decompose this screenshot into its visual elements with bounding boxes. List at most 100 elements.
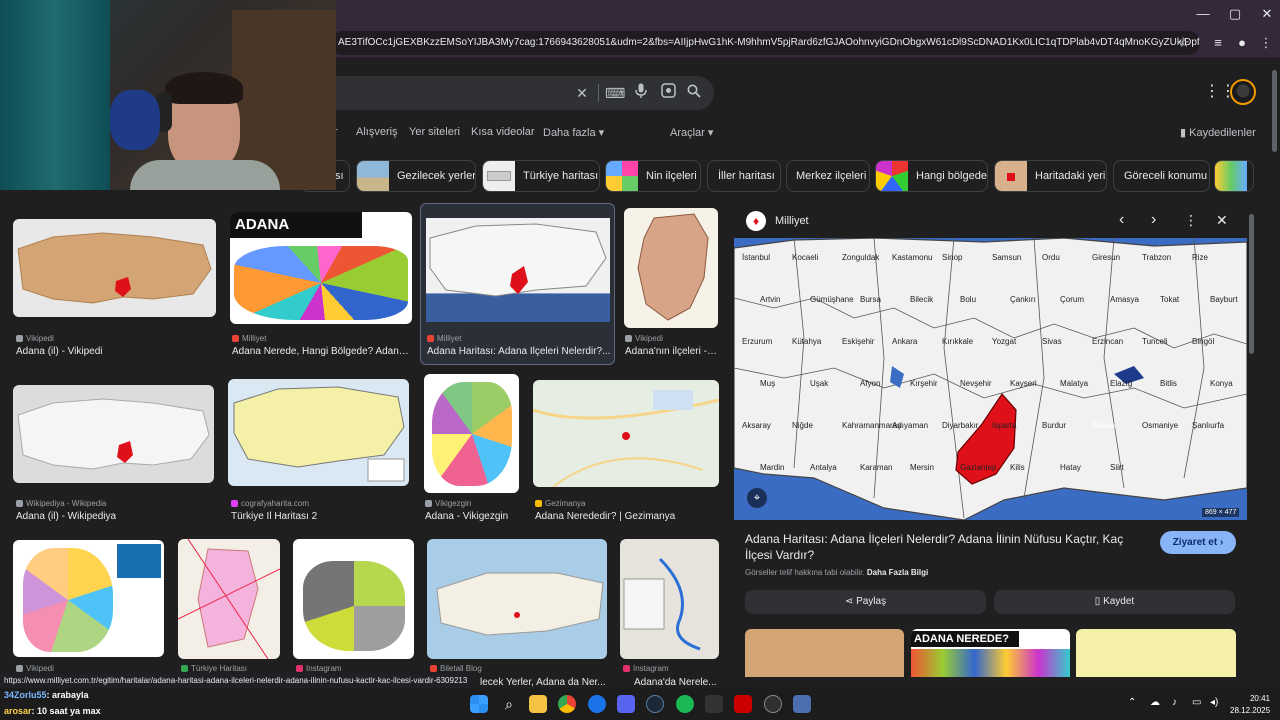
chip-haritadaki-yeri[interactable]: Haritadaki yeri <box>994 160 1107 192</box>
map-city-label: Bolu <box>960 295 976 304</box>
more-info-link[interactable]: Daha Fazla Bilgi <box>867 568 928 577</box>
search-taskbar-icon[interactable]: ⌕ <box>500 695 518 713</box>
chip-label: Göreceli konumu <box>1124 170 1208 182</box>
tray-mic-icon[interactable]: ♪ <box>1172 697 1177 708</box>
panel-scrollbar[interactable] <box>1249 214 1254 354</box>
result-image-adana-ilceleri[interactable] <box>624 208 718 328</box>
chip-partial-end[interactable] <box>1214 160 1254 192</box>
keyboard-icon[interactable]: ⌨ <box>605 83 625 103</box>
chip-goreceli-konumu[interactable]: Göreceli konumu <box>1113 160 1210 192</box>
start-icon[interactable] <box>470 695 488 713</box>
voice-search-icon[interactable] <box>631 83 651 103</box>
result-source: Milliyet <box>427 334 461 343</box>
bookmark-star-icon[interactable]: ☆ <box>1174 33 1194 53</box>
file-explorer-icon[interactable] <box>529 695 547 713</box>
more-options-icon[interactable]: ⋮ <box>1184 212 1198 229</box>
result-image-adana-nerede[interactable]: ADANA NEREDE? <box>230 212 412 324</box>
map-city-label: Mersin <box>910 463 934 472</box>
address-bar[interactable]: AE3TifOCc1jGEXBKzzEMSoYIJBA3My7cag:17669… <box>330 31 1200 55</box>
result-image-row3-3[interactable] <box>293 539 414 659</box>
close-panel-icon[interactable]: ✕ <box>1216 212 1228 229</box>
google-apps-icon[interactable]: ⋮⋮ <box>1204 82 1236 102</box>
close-window-button[interactable]: ✕ <box>1250 4 1280 24</box>
tab-places[interactable]: Yer siteleri <box>409 126 460 138</box>
result-title[interactable]: Adana Haritası: Adana İlçeleri Nelerdir?… <box>427 346 611 357</box>
page-scrollbar[interactable] <box>1272 70 1277 152</box>
turkey-outline-map <box>429 223 607 297</box>
result-image-vikigezgin[interactable] <box>424 374 519 493</box>
preview-image[interactable]: İstanbul Kocaeli Zonguldak Kastamonu Sinop Sa… <box>734 238 1247 520</box>
search-icon[interactable] <box>684 83 704 103</box>
result-image-gezimanya[interactable] <box>533 380 719 487</box>
account-avatar[interactable] <box>1230 79 1256 105</box>
minimize-button[interactable]: — <box>1186 4 1220 24</box>
result-title[interactable]: Adana'da Nerele... <box>634 677 719 688</box>
tab-shopping[interactable]: Alışveriş <box>356 126 398 138</box>
app-red-icon[interactable] <box>734 695 752 713</box>
chip-turkiye-haritasi[interactable]: Türkiye haritası <box>482 160 600 192</box>
visit-button[interactable]: Ziyaret et › <box>1160 531 1236 554</box>
district-map <box>637 213 709 321</box>
result-title[interactable]: Adana - Vikigezgin <box>425 511 519 522</box>
menu-kebab-icon[interactable]: ⋮ <box>1256 33 1276 53</box>
tab-more[interactable]: Daha fazla ▾ <box>543 126 604 139</box>
profile-icon[interactable]: ● <box>1232 33 1252 53</box>
prev-icon[interactable]: ‹ <box>1119 211 1124 229</box>
result-image-wikipediya[interactable] <box>13 385 214 483</box>
result-image-instagram[interactable] <box>620 539 719 659</box>
clear-icon[interactable]: ✕ <box>572 83 592 103</box>
tray-chevron-icon[interactable]: ⌃ <box>1128 697 1136 708</box>
steam-icon[interactable] <box>646 695 664 713</box>
map-city-label: Konya <box>1210 379 1233 388</box>
result-image-biletall[interactable] <box>427 539 607 659</box>
app-icon[interactable] <box>588 695 606 713</box>
result-image-cografyaharita[interactable] <box>228 379 409 486</box>
app-blue-icon[interactable] <box>793 695 811 713</box>
result-title[interactable]: Adana (il) - Wikipediya <box>16 511 214 522</box>
media-control-icon[interactable]: ≡ <box>1208 33 1228 53</box>
map-city-label: Gümüşhane <box>810 295 854 304</box>
chrome-icon[interactable] <box>558 695 576 713</box>
search-input[interactable] <box>320 76 714 110</box>
panel-title[interactable]: Adana Haritası: Adana İlçeleri Nelerdir?… <box>745 531 1145 563</box>
chip-hangi-bolgede[interactable]: Hangi bölgede <box>875 160 988 192</box>
result-title[interactable]: Adana (il) - Vikipedi <box>16 346 216 357</box>
lens-icon[interactable] <box>658 83 678 103</box>
result-title[interactable]: Adana Nerede, Hangi Bölgede? Adana'... <box>232 346 412 357</box>
district-color-map <box>432 382 512 486</box>
tray-network-icon[interactable]: ☁ <box>1150 697 1160 708</box>
chip-label: Türkiye haritası <box>523 170 599 182</box>
map-city-label: Afyon <box>860 379 880 388</box>
tab-short-videos[interactable]: Kısa videolar <box>471 126 535 138</box>
result-title[interactable]: Adana'nın ilçeleri - ... <box>625 346 718 357</box>
result-title[interactable]: lecek Yerler, Adana da Ner... <box>480 677 610 688</box>
tray-volume-icon[interactable]: ◂) <box>1210 697 1218 708</box>
save-button[interactable]: ▯ Kaydet <box>994 590 1235 614</box>
clock[interactable]: 20:41 28.12.2025 <box>1230 693 1270 717</box>
discord-icon[interactable] <box>617 695 635 713</box>
related-image-1[interactable] <box>745 629 904 677</box>
related-image-3[interactable] <box>1076 629 1236 677</box>
spotify-icon[interactable] <box>676 695 694 713</box>
result-image-row3-1[interactable] <box>13 540 164 657</box>
chip-label: Haritadaki yeri <box>1035 170 1106 182</box>
result-title[interactable]: Türkiye İl Haritası 2 <box>231 511 409 522</box>
result-image-adana-vikipedi[interactable] <box>13 219 216 317</box>
chip-label: Gezilecek yerler <box>397 170 476 182</box>
chip-merkez-ilceleri[interactable]: Merkez ilçeleri <box>786 160 870 192</box>
obs-icon[interactable] <box>764 695 782 713</box>
related-image-2[interactable]: ADANA NEREDE? <box>911 629 1070 677</box>
result-title[interactable]: Adana Neredediг? | Gezimanya <box>535 511 719 522</box>
chip-ilceleri[interactable]: Nin ilçeleri <box>605 160 701 192</box>
result-image-row3-2[interactable] <box>178 539 280 659</box>
next-icon[interactable]: › <box>1151 211 1156 229</box>
saved-button[interactable]: ▮ Kaydedilenler <box>1180 126 1256 139</box>
share-button[interactable]: ⋖ Paylaş <box>745 590 986 614</box>
maximize-button[interactable]: ▢ <box>1218 4 1252 24</box>
epic-games-icon[interactable] <box>705 695 723 713</box>
tools-button[interactable]: Araçlar ▾ <box>670 126 713 139</box>
tray-display-icon[interactable]: ▭ <box>1192 697 1201 708</box>
lens-search-icon[interactable]: ⌖ <box>747 488 767 508</box>
chip-gezilecek[interactable]: Gezilecek yerler <box>356 160 476 192</box>
chip-iller-haritasi[interactable]: İller haritası <box>707 160 781 192</box>
